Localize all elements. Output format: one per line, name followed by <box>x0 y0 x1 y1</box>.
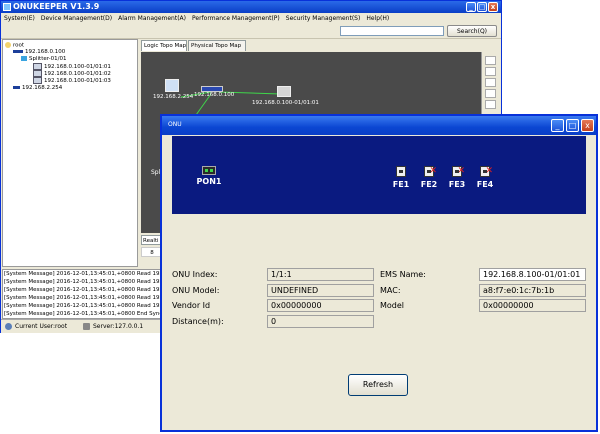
onu-icon <box>33 63 42 70</box>
fe-port-3[interactable]: ✕ FE3 <box>446 166 468 189</box>
onu-detail-dialog: ONU _ □ x PON1 FE1 ✕ FE2 ✕ FE3 ✕ FE4 ONU… <box>160 114 598 432</box>
zoom-tool-icon[interactable] <box>485 78 496 87</box>
dialog-title: ONU <box>168 121 182 128</box>
onu-icon <box>33 70 42 77</box>
dialog-titlebar: ONU _ □ x <box>162 116 596 135</box>
server-icon <box>83 323 90 330</box>
pon-port-icon <box>202 166 216 175</box>
ems-name-label: EMS Name: <box>380 270 426 279</box>
log-line: [System Message] 2016-12-01,13:45:01,+08… <box>4 295 172 301</box>
fe-port-4[interactable]: ✕ FE4 <box>474 166 496 189</box>
layout-tool-icon[interactable] <box>485 89 496 98</box>
port-down-icon: ✕ <box>485 166 493 176</box>
fe-port-1[interactable]: FE1 <box>390 166 412 189</box>
log-line: [System Message] 2016-12-01,13:45:01,+08… <box>4 303 172 309</box>
olt-icon <box>13 50 23 53</box>
port-down-icon: ✕ <box>457 166 465 176</box>
topo-node-label-splitter: Spl <box>151 169 161 176</box>
status-server: Server:127.0.0.1 <box>83 320 143 333</box>
close-icon[interactable]: x <box>581 119 594 132</box>
host-icon <box>13 86 20 89</box>
ethernet-port-icon <box>396 166 406 177</box>
topo-node-label-host: 192.168.2.254 <box>153 94 194 100</box>
menu-device-management[interactable]: Device Management(D) <box>41 15 112 22</box>
maximize-icon[interactable]: □ <box>566 119 579 132</box>
onu-index-value: 1/1:1 <box>267 268 374 281</box>
log-line: [System Message] 2016-12-01,13:45:01,+08… <box>4 311 175 317</box>
tree-node-onu-3[interactable]: 192.168.0.100-01/01:03 <box>33 77 111 85</box>
tree-node-onu-3-label: 192.168.0.100-01/01:03 <box>44 78 111 84</box>
topo-node-label-olt: 192.168.0.100 <box>194 92 235 98</box>
fit-tool-icon[interactable] <box>485 100 496 109</box>
tree-node-olt[interactable]: 192.168.0.100 <box>13 49 65 56</box>
log-line: [System Message] 2016-12-01,13:45:01,+08… <box>4 279 172 285</box>
tree-node-splitter[interactable]: Splitter-01/01 <box>21 56 66 63</box>
pointer-tool-icon[interactable] <box>485 56 496 65</box>
onu-model-label: ONU Model: <box>172 286 220 295</box>
tab-logic-topo-map[interactable]: Logic Topo Map <box>141 40 187 51</box>
status-user: Current User:root <box>5 320 67 333</box>
minimize-icon[interactable]: _ <box>466 2 476 12</box>
fe-port-2[interactable]: ✕ FE2 <box>418 166 440 189</box>
menu-help[interactable]: Help(H) <box>366 15 389 22</box>
maximize-icon[interactable]: □ <box>477 2 487 12</box>
ems-name-value: 192.168.8.100-01/01:01 <box>479 268 586 281</box>
close-icon[interactable]: x <box>488 2 498 12</box>
vendor-id-label: Vendor Id <box>172 301 211 310</box>
ethernet-port-icon: ✕ <box>424 166 437 177</box>
app-icon <box>3 3 11 11</box>
minimize-icon[interactable]: _ <box>551 119 564 132</box>
onu-icon <box>33 77 42 84</box>
model-label: Model <box>380 301 405 310</box>
refresh-button[interactable]: Refresh <box>348 374 408 396</box>
log-line: [System Message] 2016-12-01,13:45:01,+08… <box>4 287 172 293</box>
device-tree: root 192.168.0.100 Splitter-01/01 192.16… <box>2 39 138 267</box>
tree-node-host[interactable]: 192.168.2.254 <box>13 85 62 92</box>
user-icon <box>5 323 12 330</box>
pon-port-1[interactable]: PON1 <box>194 166 224 186</box>
tab-physical-topo-map[interactable]: Physical Topo Map <box>188 40 246 51</box>
mac-value: a8:f7:e0:1c:7b:1b <box>479 284 586 297</box>
menu-system[interactable]: System(E) <box>4 15 35 22</box>
model-value: 0x00000000 <box>479 299 586 312</box>
ethernet-port-icon: ✕ <box>452 166 465 177</box>
main-titlebar: ONUKEEPER V1.3.9 _ □ x <box>1 1 501 13</box>
menu-bar: System(E) Device Management(D) Alarm Manag… <box>1 13 501 24</box>
search-input[interactable] <box>340 26 444 36</box>
menu-alarm-management[interactable]: Alarm Management(A) <box>118 15 186 22</box>
splitter-icon <box>21 56 27 61</box>
computer-icon[interactable] <box>165 79 179 92</box>
port-down-icon: ✕ <box>429 166 437 176</box>
folder-icon <box>5 42 11 48</box>
onu-port-panel: PON1 FE1 ✕ FE2 ✕ FE3 ✕ FE4 <box>172 136 586 214</box>
link-tool-icon[interactable] <box>485 67 496 76</box>
topo-node-label-onu: 192.168.0.100-01/01:01 <box>252 100 319 106</box>
main-window-title: ONUKEEPER V1.3.9 <box>13 2 100 11</box>
onu-model-value: UNDEFINED <box>267 284 374 297</box>
vendor-id-value: 0x00000000 <box>267 299 374 312</box>
onu-index-label: ONU Index: <box>172 270 218 279</box>
mac-label: MAC: <box>380 286 401 295</box>
menu-security-management[interactable]: Security Management(S) <box>286 15 361 22</box>
log-line: [System Message] 2016-12-01,13:45:01,+08… <box>4 271 172 277</box>
distance-value: 0 <box>267 315 374 328</box>
distance-label: Distance(m): <box>172 317 224 326</box>
ethernet-port-icon: ✕ <box>480 166 493 177</box>
menu-performance-management[interactable]: Performance Management(P) <box>192 15 280 22</box>
onu-icon[interactable] <box>277 86 291 97</box>
search-button[interactable]: Search(Q) <box>447 25 497 37</box>
